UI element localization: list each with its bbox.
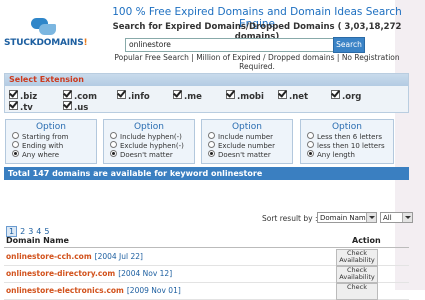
results-total-bar: Total 147 domains are available for keyw… <box>4 167 409 180</box>
ext-checkbox-me[interactable]: .me <box>173 90 202 102</box>
radio-selected-icon[interactable] <box>208 150 215 157</box>
radio-selected-icon[interactable] <box>307 150 314 157</box>
option-title: Option <box>231 122 263 132</box>
page-link-2[interactable]: 2 <box>20 227 25 236</box>
option-box-number: Option Include number Exclude number Doe… <box>201 119 293 164</box>
domain-link[interactable]: onlinestore-directory.com [2004 Nov 12] <box>6 269 172 278</box>
results-table-header: Domain Name Action <box>4 236 409 248</box>
chevron-down-icon[interactable] <box>366 213 376 222</box>
radio-selected-icon[interactable] <box>12 150 19 157</box>
checkbox-checked-icon[interactable] <box>63 90 72 99</box>
checkbox-checked-icon[interactable] <box>173 90 182 99</box>
logo-mark-icon <box>31 18 57 36</box>
radio-icon[interactable] <box>307 132 314 139</box>
radio-icon[interactable] <box>110 141 117 148</box>
radio-any-length[interactable]: Any length <box>307 150 393 159</box>
tagline: Popular Free Search | Million of Expired… <box>114 53 400 71</box>
page-link-3[interactable]: 3 <box>28 227 33 236</box>
radio-less-6[interactable]: Less then 6 letters <box>307 132 393 141</box>
radio-include-hyphen[interactable]: Include hyphen(-) <box>110 132 194 141</box>
radio-icon[interactable] <box>208 132 215 139</box>
logo-text: STUCKDOMAINS! <box>4 38 88 48</box>
check-availability-button[interactable]: Check <box>336 283 378 300</box>
checkbox-checked-icon[interactable] <box>278 90 287 99</box>
option-box-hyphen: Option Include hyphen(-) Exclude hyphen(… <box>103 119 195 164</box>
option-title: Option <box>331 122 363 132</box>
ext-checkbox-net[interactable]: .net <box>278 90 308 102</box>
checkbox-checked-icon[interactable] <box>331 90 340 99</box>
checkbox-checked-icon[interactable] <box>226 90 235 99</box>
radio-hyphen-doesnt-matter[interactable]: Doesn't matter <box>110 150 194 159</box>
site-logo[interactable]: STUCKDOMAINS! <box>4 18 96 48</box>
radio-include-number[interactable]: Include number <box>208 132 292 141</box>
ext-checkbox-tv[interactable]: .tv <box>9 101 33 113</box>
table-row: onlinestore-directory.com [2004 Nov 12] C… <box>4 265 409 283</box>
filter-select[interactable]: All <box>380 212 413 223</box>
radio-exclude-hyphen[interactable]: Exclude hyphen(-) <box>110 141 194 150</box>
table-row: onlinestore-cch.com [2004 Jul 22] Check A… <box>4 248 409 266</box>
sort-select[interactable]: Domain Name <box>317 212 377 223</box>
option-title: Option <box>133 122 165 132</box>
page-link-5[interactable]: 5 <box>44 227 49 236</box>
radio-icon[interactable] <box>12 141 19 148</box>
radio-exclude-number[interactable]: Exclude number <box>208 141 292 150</box>
radio-icon[interactable] <box>307 141 314 148</box>
ext-checkbox-mobi[interactable]: .mobi <box>226 90 264 102</box>
checkbox-checked-icon[interactable] <box>9 101 18 110</box>
extension-panel: Select Extension .biz .com .info .me .mo… <box>4 73 409 113</box>
search-input[interactable]: onlinestore <box>125 38 336 52</box>
sort-label: Sort result by : <box>262 214 318 223</box>
radio-icon[interactable] <box>208 141 215 148</box>
page-link-4[interactable]: 4 <box>36 227 41 236</box>
radio-ending-with[interactable]: Ending with <box>12 141 96 150</box>
radio-number-doesnt-matter[interactable]: Doesn't matter <box>208 150 292 159</box>
radio-icon[interactable] <box>12 132 19 139</box>
option-box-length: Option Less then 6 letters less then 10 … <box>300 119 394 164</box>
radio-selected-icon[interactable] <box>110 150 117 157</box>
radio-less-10[interactable]: less then 10 letters <box>307 141 393 150</box>
check-availability-button[interactable]: Check Availability <box>336 266 378 283</box>
ext-checkbox-info[interactable]: .info <box>117 90 150 102</box>
domain-link[interactable]: onlinestore-electronics.com [2009 Nov 01] <box>6 286 181 295</box>
table-row: onlinestore-electronics.com [2009 Nov 01]… <box>4 282 409 300</box>
radio-starting-from[interactable]: Starting from <box>12 132 96 141</box>
col-action: Action <box>352 236 381 245</box>
ext-checkbox-us[interactable]: .us <box>63 101 88 113</box>
checkbox-checked-icon[interactable] <box>63 101 72 110</box>
option-title: Option <box>35 122 67 132</box>
chevron-down-icon[interactable] <box>402 213 412 222</box>
radio-icon[interactable] <box>110 132 117 139</box>
col-domain-name: Domain Name <box>6 236 69 245</box>
search-button[interactable]: Search <box>333 37 365 53</box>
domain-link[interactable]: onlinestore-cch.com [2004 Jul 22] <box>6 252 143 261</box>
radio-any-where[interactable]: Any where <box>12 150 96 159</box>
checkbox-checked-icon[interactable] <box>9 90 18 99</box>
option-box-position: Option Starting from Ending with Any whe… <box>5 119 97 164</box>
check-availability-button[interactable]: Check Availability <box>336 249 378 266</box>
ext-checkbox-org[interactable]: .org <box>331 90 361 102</box>
checkbox-checked-icon[interactable] <box>117 90 126 99</box>
extension-heading: Select Extension <box>5 74 408 86</box>
